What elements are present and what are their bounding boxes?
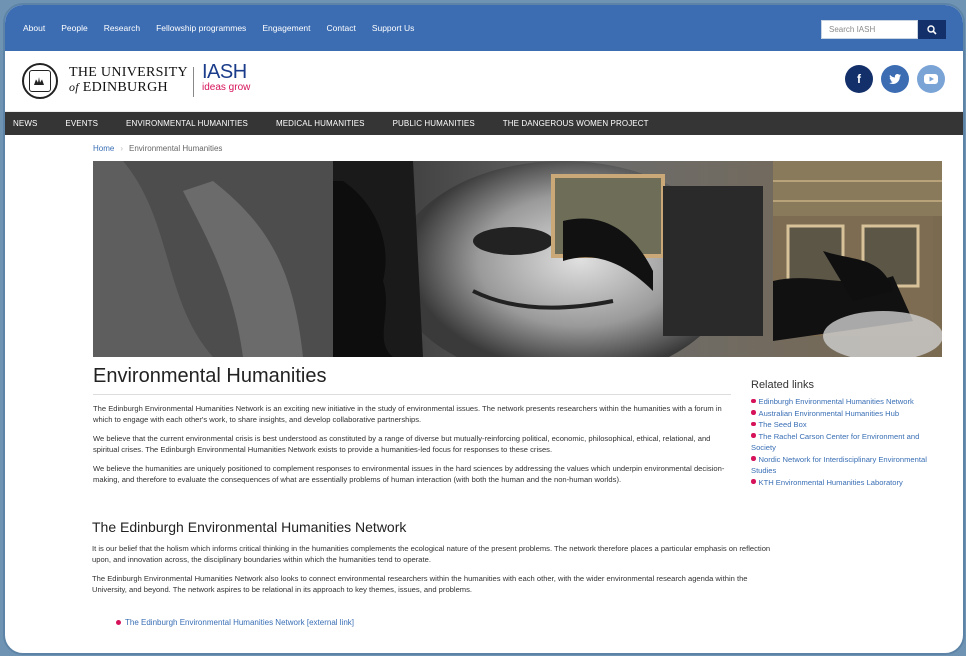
top-nav-research[interactable]: Research	[104, 23, 140, 33]
external-link-item: The Edinburgh Environmental Humanities N…	[116, 618, 354, 627]
top-nav: About People Research Fellowship program…	[23, 5, 430, 51]
search-icon	[927, 24, 937, 35]
external-network-link[interactable]: The Edinburgh Environmental Humanities N…	[125, 618, 354, 627]
bullet-icon	[751, 433, 756, 438]
section-title: The Edinburgh Environmental Humanities N…	[92, 519, 407, 535]
bullet-icon	[751, 421, 756, 426]
facebook-button[interactable]: f	[845, 65, 873, 93]
main-nav-news[interactable]: NEWS	[13, 119, 37, 128]
university-crest-logo[interactable]	[22, 63, 58, 99]
related-link[interactable]: The Rachel Carson Center for Environment…	[751, 432, 919, 453]
bullet-icon	[751, 479, 756, 484]
related-link-item: KTH Environmental Humanities Laboratory	[751, 477, 941, 489]
breadcrumb-separator: ›	[120, 144, 124, 153]
top-nav-contact[interactable]: Contact	[327, 23, 356, 33]
related-link[interactable]: Nordic Network for Interdisciplinary Env…	[751, 455, 927, 476]
top-nav-engagement[interactable]: Engagement	[262, 23, 310, 33]
youtube-button[interactable]	[917, 65, 945, 93]
main-nav-environmental-humanities[interactable]: ENVIRONMENTAL HUMANITIES	[126, 119, 248, 128]
bullet-icon	[751, 398, 756, 403]
university-line2: EDINBURGH	[82, 80, 168, 95]
intro-paragraph-2: We believe that the current environmenta…	[93, 434, 711, 454]
main-nav-public-humanities[interactable]: PUBLIC HUMANITIES	[393, 119, 475, 128]
twitter-icon	[889, 74, 901, 84]
intro-paragraph-1: The Edinburgh Environmental Humanities N…	[93, 404, 722, 424]
main-nav-medical-humanities[interactable]: MEDICAL HUMANITIES	[276, 119, 365, 128]
youtube-icon	[924, 74, 938, 84]
related-links-title: Related links	[751, 379, 814, 391]
top-bar: About People Research Fellowship program…	[5, 5, 963, 51]
related-link[interactable]: KTH Environmental Humanities Laboratory	[759, 478, 903, 487]
top-nav-fellowship[interactable]: Fellowship programmes	[156, 23, 246, 33]
hero-mural-illustration	[93, 161, 942, 357]
related-links-sidebar: Related links Edinburgh Environmental Hu…	[751, 379, 941, 488]
bullet-icon	[116, 620, 121, 625]
search-box: Search IASH	[821, 20, 946, 39]
iash-tagline: ideas grow	[202, 82, 251, 93]
main-content: Environmental Humanities The Edinburgh E…	[93, 365, 731, 485]
related-link[interactable]: Edinburgh Environmental Humanities Netwo…	[759, 397, 914, 406]
top-nav-about[interactable]: About	[23, 23, 45, 33]
iash-logo[interactable]: IASH ideas grow	[202, 62, 251, 96]
main-nav-dangerous-women[interactable]: THE DANGEROUS WOMEN PROJECT	[503, 119, 649, 128]
bullet-icon	[751, 410, 756, 415]
section-paragraph-1: It is our belief that the holism which i…	[92, 544, 771, 564]
logo-divider	[193, 67, 194, 97]
facebook-icon: f	[857, 72, 861, 86]
breadcrumb-current: Environmental Humanities	[129, 144, 223, 153]
main-nav-events[interactable]: EVENTS	[65, 119, 98, 128]
related-link-item: Nordic Network for Interdisciplinary Env…	[751, 454, 941, 477]
intro-paragraph-3: We believe the humanities are uniquely p…	[93, 464, 725, 484]
bullet-icon	[751, 456, 756, 461]
related-link[interactable]: The Seed Box	[759, 420, 807, 429]
search-input[interactable]: Search IASH	[821, 20, 918, 39]
browser-frame: About People Research Fellowship program…	[3, 3, 965, 655]
breadcrumb-home[interactable]: Home	[93, 144, 114, 153]
site-header: THE UNIVERSITY of EDINBURGH IASH ideas g…	[5, 51, 963, 112]
related-link[interactable]: Australian Environmental Humanities Hub	[759, 409, 900, 418]
section-paragraph-2: The Edinburgh Environmental Humanities N…	[92, 574, 748, 594]
network-section: The Edinburgh Environmental Humanities N…	[92, 519, 772, 595]
top-nav-support[interactable]: Support Us	[372, 23, 415, 33]
university-of: of	[69, 80, 79, 94]
main-nav: NEWS EVENTS ENVIRONMENTAL HUMANITIES MED…	[5, 112, 963, 135]
top-nav-people[interactable]: People	[61, 23, 87, 33]
university-line2-wrap: of EDINBURGH	[69, 80, 188, 95]
university-line1: THE UNIVERSITY	[69, 65, 188, 80]
related-link-item: Australian Environmental Humanities Hub	[751, 408, 941, 420]
related-link-item: The Seed Box	[751, 419, 941, 431]
search-button[interactable]	[918, 20, 946, 39]
twitter-button[interactable]	[881, 65, 909, 93]
related-links-list: Edinburgh Environmental Humanities Netwo…	[751, 396, 941, 488]
hero-image	[93, 161, 942, 357]
page-title: Environmental Humanities	[93, 365, 731, 395]
related-link-item: Edinburgh Environmental Humanities Netwo…	[751, 396, 941, 408]
related-link-item: The Rachel Carson Center for Environment…	[751, 431, 941, 454]
breadcrumb: Home › Environmental Humanities	[93, 144, 222, 153]
university-logo-text[interactable]: THE UNIVERSITY of EDINBURGH	[69, 66, 188, 95]
